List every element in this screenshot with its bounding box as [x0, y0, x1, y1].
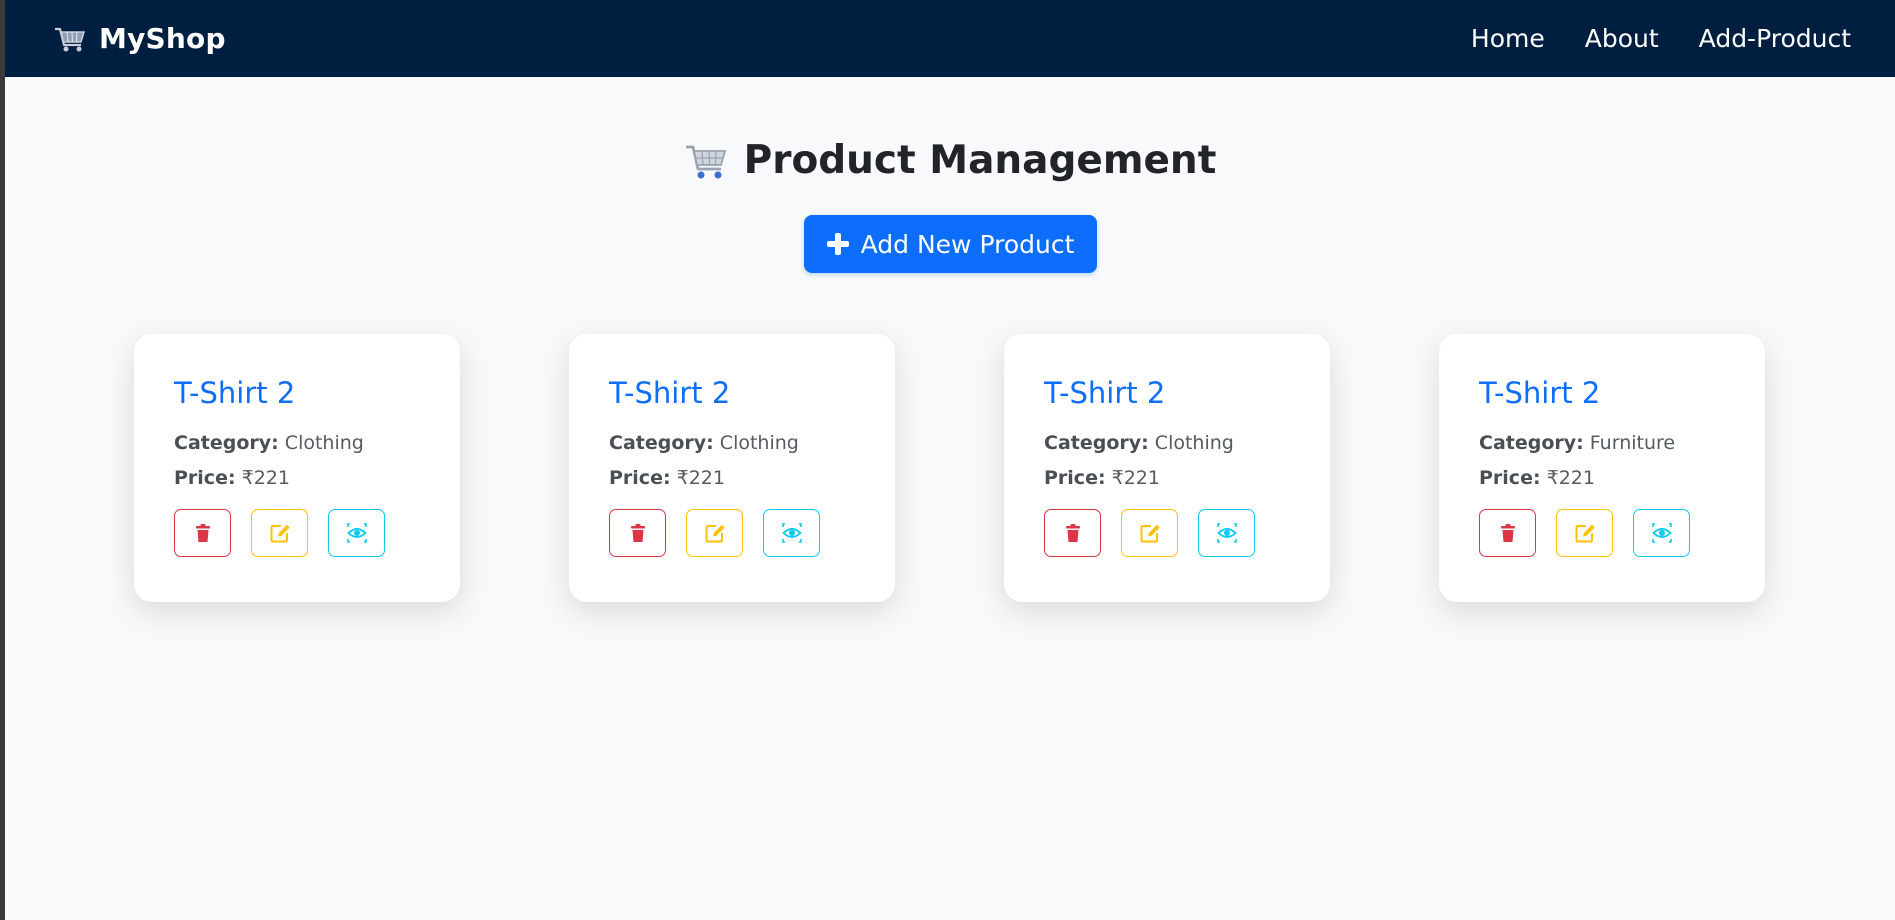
view-button[interactable]	[1633, 509, 1690, 557]
price-label: Price:	[1044, 467, 1106, 489]
category-label: Category:	[1044, 432, 1149, 454]
category-label: Category:	[174, 432, 279, 454]
product-card: T-Shirt 2 Category: Clothing Price: ₹221	[569, 334, 895, 602]
price-label: Price:	[609, 467, 671, 489]
page-title-text: Product Management	[743, 138, 1217, 183]
view-button[interactable]	[1198, 509, 1255, 557]
brand-name: MyShop	[99, 22, 226, 55]
delete-button[interactable]	[1044, 509, 1101, 557]
product-category: Category: Clothing	[1044, 432, 1330, 454]
edit-icon	[705, 524, 725, 543]
card-actions	[174, 509, 460, 557]
product-name: T-Shirt 2	[174, 376, 296, 410]
add-new-product-label: Add New Product	[860, 229, 1075, 259]
category-value: Furniture	[1589, 432, 1676, 454]
edit-button[interactable]	[1556, 509, 1613, 557]
trash-icon	[1500, 524, 1515, 542]
product-category: Category: Clothing	[609, 432, 895, 454]
app-window: MyShop Home About Add-Product Product Ma…	[5, 0, 1895, 920]
product-card: T-Shirt 2 Category: Furniture Price: ₹22…	[1439, 334, 1765, 602]
category-label: Category:	[609, 432, 714, 454]
view-button[interactable]	[328, 509, 385, 557]
navbar: MyShop Home About Add-Product	[5, 0, 1895, 77]
product-price: Price: ₹221	[1044, 467, 1330, 489]
nav-link-about[interactable]: About	[1585, 24, 1659, 53]
eye-icon	[1651, 523, 1672, 543]
price-value: ₹221	[676, 467, 725, 489]
plus-icon	[826, 233, 849, 255]
delete-button[interactable]	[174, 509, 231, 557]
category-value: Clothing	[284, 432, 364, 454]
delete-button[interactable]	[1479, 509, 1536, 557]
price-value: ₹221	[1546, 467, 1595, 489]
product-category: Category: Furniture	[1479, 432, 1765, 454]
edit-icon	[1575, 524, 1595, 543]
brand-link[interactable]: MyShop	[53, 22, 226, 55]
product-card: T-Shirt 2 Category: Clothing Price: ₹221	[1004, 334, 1330, 602]
edit-button[interactable]	[686, 509, 743, 557]
price-label: Price:	[1479, 467, 1541, 489]
shopping-cart-icon	[53, 24, 87, 54]
product-price: Price: ₹221	[174, 467, 460, 489]
shopping-cart-icon	[684, 141, 728, 181]
price-label: Price:	[174, 467, 236, 489]
nav-link-home[interactable]: Home	[1471, 24, 1545, 53]
card-actions	[1479, 509, 1765, 557]
price-value: ₹221	[1111, 467, 1160, 489]
eye-icon	[781, 523, 802, 543]
category-value: Clothing	[1154, 432, 1234, 454]
edit-icon	[270, 524, 290, 543]
product-card: T-Shirt 2 Category: Clothing Price: ₹221	[134, 334, 460, 602]
trash-icon	[1065, 524, 1080, 542]
category-value: Clothing	[719, 432, 799, 454]
edit-button[interactable]	[1121, 509, 1178, 557]
nav-link-add-product[interactable]: Add-Product	[1699, 24, 1851, 53]
trash-icon	[195, 524, 210, 542]
eye-icon	[1216, 523, 1237, 543]
product-name: T-Shirt 2	[1044, 376, 1166, 410]
view-button[interactable]	[763, 509, 820, 557]
card-actions	[609, 509, 895, 557]
edit-button[interactable]	[251, 509, 308, 557]
product-name: T-Shirt 2	[609, 376, 731, 410]
product-price: Price: ₹221	[1479, 467, 1765, 489]
product-category: Category: Clothing	[174, 432, 460, 454]
product-price: Price: ₹221	[609, 467, 895, 489]
product-name: T-Shirt 2	[1479, 376, 1601, 410]
trash-icon	[630, 524, 645, 542]
eye-icon	[346, 523, 367, 543]
card-actions	[1044, 509, 1330, 557]
page-title: Product Management	[5, 138, 1895, 183]
add-new-product-button[interactable]: Add New Product	[804, 215, 1097, 273]
nav-links: Home About Add-Product	[1431, 24, 1851, 53]
delete-button[interactable]	[609, 509, 666, 557]
edit-icon	[1140, 524, 1160, 543]
category-label: Category:	[1479, 432, 1584, 454]
price-value: ₹221	[241, 467, 290, 489]
